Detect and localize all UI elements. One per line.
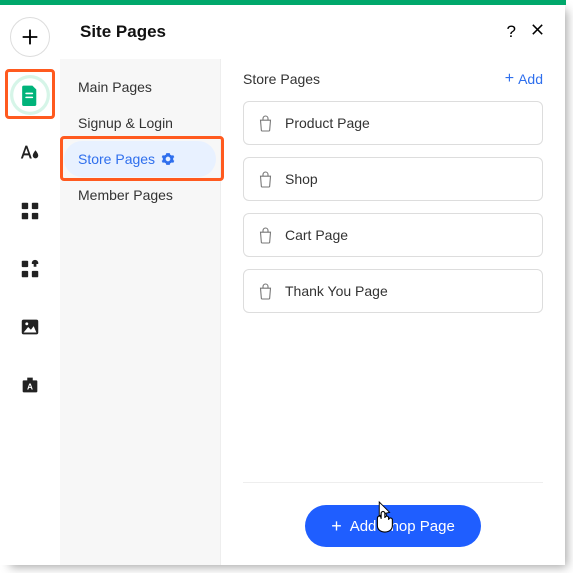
nav-label: Signup & Login [78, 115, 173, 131]
grid-icon [19, 200, 41, 222]
nav-main-pages[interactable]: Main Pages [64, 69, 216, 105]
page-label: Cart Page [285, 227, 348, 243]
pages-menu-button[interactable] [10, 75, 50, 115]
bag-icon [258, 283, 273, 300]
image-icon [19, 316, 41, 338]
page-label: Product Page [285, 115, 370, 131]
left-rail: A [0, 5, 60, 565]
section-title: Store Pages [243, 71, 505, 87]
page-item-product[interactable]: Product Page [243, 101, 543, 145]
page-item-shop[interactable]: Shop [243, 157, 543, 201]
nav-label: Main Pages [78, 79, 152, 95]
add-page-link[interactable]: + Add [505, 71, 543, 87]
page-category-nav: Main Pages Signup & Login Store Pages Me… [60, 59, 220, 565]
font-drop-icon [19, 142, 41, 164]
add-element-button[interactable] [10, 17, 50, 57]
close-icon [530, 22, 545, 37]
apps-button[interactable] [10, 191, 50, 231]
add-label: Add [518, 71, 543, 87]
help-button[interactable]: ? [507, 22, 516, 42]
page-label: Thank You Page [285, 283, 388, 299]
page-icon [20, 84, 40, 106]
add-shop-label: Add Shop Page [350, 518, 455, 535]
page-list: Product Page Shop Cart Page Thank You Pa… [243, 101, 543, 313]
add-shop-page-button[interactable]: + Add Shop Page [305, 505, 481, 547]
bag-icon [258, 227, 273, 244]
site-pages-panel: Site Pages ? Main Pages Signup & Login S… [60, 5, 565, 565]
nav-member-pages[interactable]: Member Pages [64, 177, 216, 213]
media-button[interactable] [10, 307, 50, 347]
page-label: Shop [285, 171, 318, 187]
plus-icon: + [505, 71, 514, 87]
plus-icon: + [331, 517, 342, 535]
page-item-cart[interactable]: Cart Page [243, 213, 543, 257]
briefcase-a-icon: A [19, 374, 41, 396]
nav-label: Store Pages [78, 151, 155, 167]
bag-icon [258, 171, 273, 188]
theme-button[interactable] [10, 133, 50, 173]
svg-text:A: A [27, 383, 33, 392]
main-content: Store Pages + Add Product Page Shop Cart [220, 59, 565, 565]
gear-icon [161, 152, 175, 166]
plus-icon [19, 26, 41, 48]
panel-header: Site Pages ? [60, 5, 565, 59]
panel-title: Site Pages [80, 22, 493, 42]
nav-signup-login[interactable]: Signup & Login [64, 105, 216, 141]
content-button[interactable]: A [10, 365, 50, 405]
page-item-thankyou[interactable]: Thank You Page [243, 269, 543, 313]
nav-label: Member Pages [78, 187, 173, 203]
bag-icon [258, 115, 273, 132]
puzzle-icon [19, 258, 41, 280]
nav-store-pages[interactable]: Store Pages [64, 141, 216, 177]
close-button[interactable] [530, 22, 545, 42]
addons-button[interactable] [10, 249, 50, 289]
